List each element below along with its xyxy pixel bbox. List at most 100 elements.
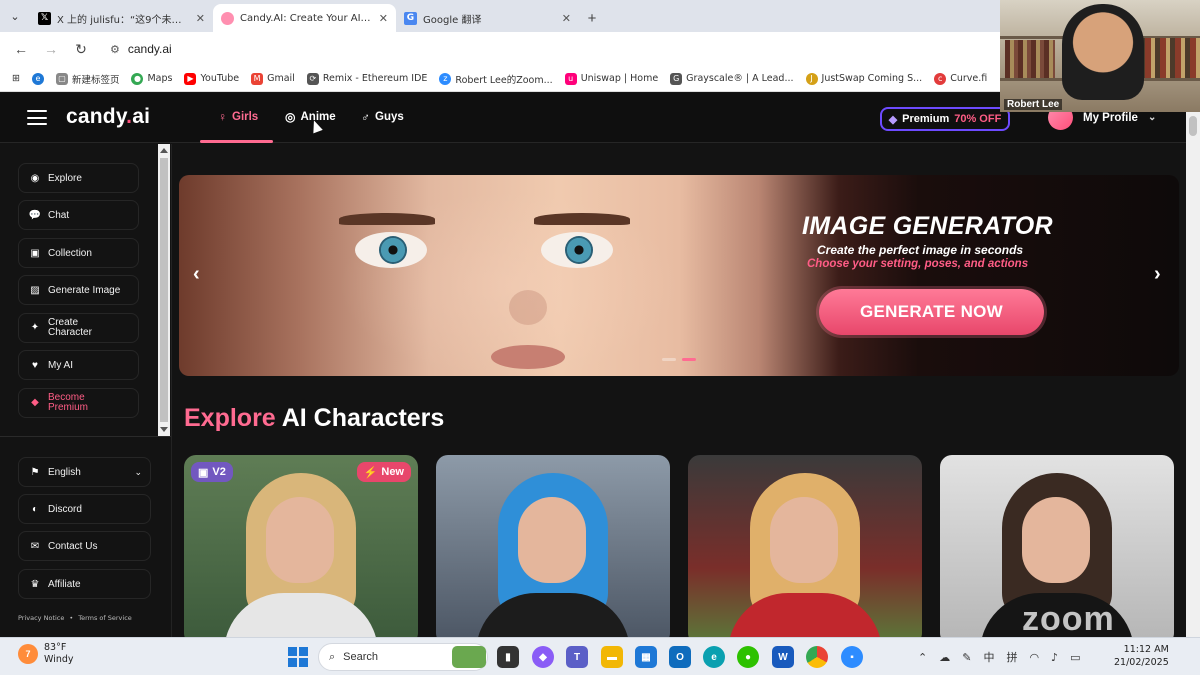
browser-tab[interactable]: 𝕏 X 上的 julisfu：“这9个未知网站 ✕ xyxy=(30,4,213,32)
webcam-name-label: Robert Lee xyxy=(1004,99,1063,110)
tab-guys[interactable]: ♂ Guys xyxy=(361,110,404,124)
bookmark-label: Grayscale® | A Lead... xyxy=(686,73,794,84)
sidebar-item-explore[interactable]: ◉ Explore xyxy=(18,163,139,193)
section-title: Explore AI Characters xyxy=(184,404,445,432)
sidebar-item-affiliate[interactable]: ♛ Affiliate xyxy=(18,569,151,599)
eye-right xyxy=(541,232,613,268)
scroll-up-arrow-icon[interactable] xyxy=(160,148,168,153)
sidebar-item-create-character[interactable]: ✦ Create Character xyxy=(18,313,139,343)
bookmark-item[interactable]: ▶ YouTube xyxy=(184,72,239,85)
bookmark-item[interactable]: e xyxy=(31,72,44,85)
bookmark-item[interactable]: G Grayscale® | A Lead... xyxy=(670,72,794,85)
bookmark-item[interactable]: c Curve.fi xyxy=(934,72,987,85)
terms-link[interactable]: Terms of Service xyxy=(78,614,132,622)
file-viewer-icon[interactable]: ▮ xyxy=(497,646,519,668)
x-logo-icon: 𝕏 xyxy=(38,11,51,25)
sidebar-item-contact-us[interactable]: ✉ Contact Us xyxy=(18,531,151,561)
teams-icon[interactable]: T xyxy=(566,646,588,668)
bookmark-item[interactable]: ⟳ Remix - Ethereum IDE xyxy=(306,72,427,85)
carousel-dot-active[interactable] xyxy=(682,358,696,361)
banner-title: IMAGE GENERATOR xyxy=(802,212,1053,240)
new-tab-icon: ▢ xyxy=(55,72,68,85)
page-scrollbar[interactable] xyxy=(1186,112,1200,637)
character-card[interactable]: ▣ V2 ⚡ New xyxy=(184,455,418,637)
new-tab-button[interactable]: + xyxy=(579,4,605,32)
bookmark-item[interactable]: z Robert Lee的Zoom... xyxy=(439,72,553,86)
justswap-icon: J xyxy=(805,72,818,85)
diamond-icon: ◆ xyxy=(31,397,39,408)
privacy-link[interactable]: Privacy Notice xyxy=(18,614,64,622)
volume-icon[interactable]: ♪ xyxy=(1051,651,1058,664)
zoom-icon[interactable]: ▪ xyxy=(841,646,863,668)
bookmark-item[interactable]: J JustSwap Coming S... xyxy=(805,72,922,85)
apps-grid-icon[interactable]: ⊞ xyxy=(12,73,20,84)
sidebar: ◉ Explore 💬 Chat ▣ Collection ▨ Generate Ima… xyxy=(0,144,172,637)
sidebar-item-chat[interactable]: 💬 Chat xyxy=(18,200,139,230)
sidebar-item-discord[interactable]: ◐ Discord xyxy=(18,494,151,524)
windows-start-icon[interactable] xyxy=(288,647,308,667)
site-logo[interactable]: candy.ai xyxy=(66,105,150,129)
premium-button[interactable]: ◆ Premium 70% OFF xyxy=(880,107,1010,131)
anime-swirl-icon: ◎ xyxy=(285,110,296,124)
eye-left xyxy=(355,232,427,268)
sidebar-item-become-premium[interactable]: ◆ Become Premium xyxy=(18,388,139,418)
reload-icon[interactable]: ↻ xyxy=(68,36,94,62)
close-icon[interactable]: ✕ xyxy=(196,12,205,25)
address-bar[interactable]: ⚙ candy.ai xyxy=(102,36,702,62)
store-icon[interactable]: ▦ xyxy=(635,646,657,668)
edge-icon[interactable]: e xyxy=(703,646,725,668)
pen-icon[interactable]: ✎ xyxy=(962,651,971,664)
carousel-next-icon[interactable]: › xyxy=(1154,263,1161,286)
outlook-icon[interactable]: O xyxy=(669,646,691,668)
ime-mode[interactable]: 拼 xyxy=(1006,649,1017,665)
compass-icon: ◉ xyxy=(30,172,40,184)
magic-wand-icon: ✦ xyxy=(30,322,40,333)
bookmark-item[interactable]: u Uniswap | Home xyxy=(564,72,658,85)
scrollbar-thumb[interactable] xyxy=(160,158,168,422)
sidebar-item-my-ai[interactable]: ♥ My AI xyxy=(18,350,139,380)
carousel-prev-icon[interactable]: ‹ xyxy=(193,263,200,286)
ime-language[interactable]: 中 xyxy=(983,649,994,665)
character-card[interactable] xyxy=(688,455,922,637)
chevron-up-icon[interactable]: ⌃ xyxy=(918,651,927,664)
close-icon[interactable]: ✕ xyxy=(562,12,571,25)
copilot-icon[interactable]: ◆ xyxy=(532,646,554,668)
game-app-icon[interactable] xyxy=(452,646,486,668)
bookmark-item[interactable]: M Gmail xyxy=(251,72,295,85)
bookmark-label: Maps xyxy=(147,73,173,84)
gmail-icon: M xyxy=(251,72,264,85)
language-selector[interactable]: ⚑ English ⌄ xyxy=(18,457,151,487)
word-icon[interactable]: W xyxy=(772,646,794,668)
scroll-down-arrow-icon[interactable] xyxy=(160,427,168,432)
bookmark-item[interactable]: ● Maps xyxy=(131,72,173,85)
character-card[interactable] xyxy=(436,455,670,637)
hamburger-menu-icon[interactable] xyxy=(27,110,47,125)
tab-search-icon[interactable]: ⌄ xyxy=(0,0,30,32)
site-info-icon[interactable]: ⚙ xyxy=(110,43,120,56)
system-tray: ⌃ ☁ ✎ 中 拼 ◠ ♪ ▭ xyxy=(918,649,1080,665)
wifi-icon[interactable]: ◠ xyxy=(1029,651,1039,664)
sidebar-scrollbar[interactable] xyxy=(158,144,170,436)
bookmark-item[interactable]: ▢ 新建标签页 xyxy=(55,72,119,86)
sidebar-item-collection[interactable]: ▣ Collection xyxy=(18,238,139,268)
weather-widget[interactable]: 7 83°F Windy xyxy=(18,642,74,666)
scrollbar-thumb[interactable] xyxy=(1189,116,1197,136)
clock[interactable]: 11:12 AM 21/02/2025 xyxy=(1114,643,1169,669)
sidebar-divider xyxy=(0,436,171,437)
wechat-icon[interactable]: ● xyxy=(737,646,759,668)
forward-arrow-icon[interactable]: → xyxy=(38,36,64,62)
browser-tab[interactable]: G Google 翻译 ✕ xyxy=(396,4,579,32)
chrome-icon[interactable] xyxy=(806,646,828,668)
sidebar-item-generate-image[interactable]: ▨ Generate Image xyxy=(18,275,139,305)
generate-now-button[interactable]: GENERATE NOW xyxy=(819,289,1044,335)
file-explorer-icon[interactable]: ▬ xyxy=(601,646,623,668)
back-arrow-icon[interactable]: ← xyxy=(8,36,34,62)
hero-banner[interactable]: IMAGE GENERATOR Create the perfect image… xyxy=(179,175,1179,376)
battery-icon[interactable]: ▭ xyxy=(1070,651,1080,664)
tab-girls[interactable]: ♀ Girls xyxy=(218,110,258,124)
weather-icon: 7 xyxy=(18,644,38,664)
browser-tab-active[interactable]: Candy.AI: Create Your AI Girlfrie ✕ xyxy=(213,4,396,32)
close-icon[interactable]: ✕ xyxy=(379,12,388,25)
carousel-dot[interactable] xyxy=(662,358,676,361)
cloud-icon[interactable]: ☁ xyxy=(939,651,950,664)
